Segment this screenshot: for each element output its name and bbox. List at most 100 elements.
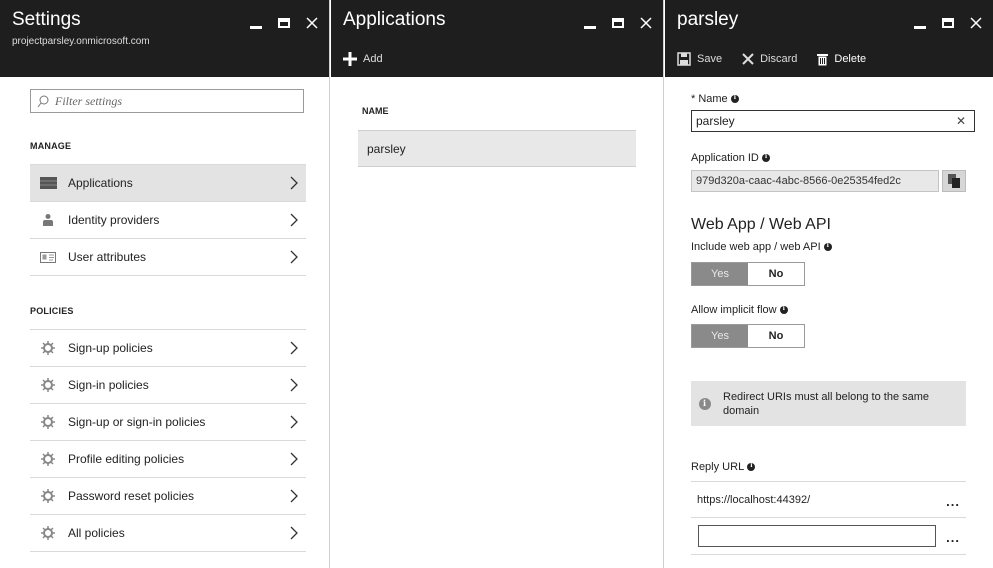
add-button[interactable]: Add: [343, 52, 383, 66]
chevron-right-icon: [290, 213, 298, 227]
nav-item-label: All policies: [68, 526, 125, 540]
chevron-right-icon: [290, 452, 298, 466]
minimize-icon[interactable]: [245, 12, 267, 34]
save-button[interactable]: Save: [677, 52, 722, 66]
include-webapp-toggle[interactable]: Yes No: [691, 262, 805, 286]
gear-icon: [39, 415, 57, 429]
discard-label: Discard: [760, 53, 798, 65]
settings-title: Settings: [12, 9, 81, 30]
nav-item-label: Sign-up or sign-in policies: [68, 415, 206, 429]
parsley-blade: parsley Save Discard Delete * Name i par…: [665, 0, 993, 568]
more-options-icon[interactable]: ...: [946, 494, 960, 509]
grid-icon: [39, 176, 57, 190]
implicit-no-option[interactable]: No: [748, 325, 804, 347]
redirect-notice-text: Redirect URIs must all belong to the sam…: [723, 390, 930, 417]
reply-url-input[interactable]: [698, 525, 936, 547]
filter-settings-field[interactable]: [30, 89, 304, 113]
clear-icon[interactable]: ✕: [956, 114, 966, 128]
implicit-flow-toggle[interactable]: Yes No: [691, 324, 805, 348]
manage-heading: MANAGE: [30, 141, 72, 151]
settings-header: Settings projectparsley.onmicrosoft.com: [0, 0, 329, 77]
chevron-right-icon: [290, 250, 298, 264]
appid-field[interactable]: 979d320a-caac-4abc-8566-0e25354fed2c: [691, 170, 939, 192]
name-label-row: * Name: [691, 93, 739, 105]
gear-icon: [39, 341, 57, 355]
more-options-icon[interactable]: ...: [946, 530, 960, 545]
info-icon[interactable]: [779, 305, 788, 314]
nav-item-applications[interactable]: Applications: [30, 165, 306, 202]
nav-item-identity-providers[interactable]: Identity providers: [30, 202, 306, 239]
gear-icon: [39, 489, 57, 503]
name-input[interactable]: [696, 114, 946, 128]
nav-item-sign-up-or-sign-in-policies[interactable]: Sign-up or sign-in policies: [30, 404, 306, 441]
nav-item-user-attributes[interactable]: User attributes: [30, 239, 306, 276]
maximize-icon[interactable]: [273, 12, 295, 34]
nav-item-label: Applications: [68, 176, 133, 190]
save-icon: [677, 52, 691, 66]
reply-url-value: https://localhost:44392/: [697, 493, 811, 506]
include-label-row: Include web app / web API: [691, 241, 832, 253]
discard-button[interactable]: Discard: [742, 53, 797, 65]
info-icon: [699, 397, 711, 410]
search-icon: [37, 95, 49, 107]
id-card-icon: [39, 250, 57, 264]
applications-header: Applications Add: [331, 0, 663, 77]
chevron-right-icon: [290, 526, 298, 540]
plus-icon: [343, 52, 357, 66]
nav-item-sign-in-policies[interactable]: Sign-in policies: [30, 367, 306, 404]
minimize-icon[interactable]: [579, 12, 601, 34]
applications-window-controls: [579, 12, 657, 34]
people-icon: [39, 213, 57, 227]
include-yes-option[interactable]: Yes: [692, 263, 748, 285]
new-reply-url-row: ...: [691, 518, 966, 555]
reply-url-label-row: Reply URL: [691, 461, 756, 473]
close-icon[interactable]: [965, 12, 987, 34]
name-label: * Name: [691, 93, 728, 105]
appid-label: Application ID: [691, 152, 759, 164]
webapp-section-title: Web App / Web API: [691, 216, 831, 233]
maximize-icon[interactable]: [937, 12, 959, 34]
info-icon[interactable]: [747, 462, 756, 471]
info-icon[interactable]: [823, 242, 832, 251]
nav-item-all-policies[interactable]: All policies: [30, 515, 306, 552]
reply-url-label: Reply URL: [691, 461, 745, 473]
application-row[interactable]: parsley: [358, 130, 636, 167]
appid-label-row: Application ID: [691, 152, 770, 164]
gear-icon: [39, 526, 57, 540]
chevron-right-icon: [290, 415, 298, 429]
parsley-title: parsley: [677, 9, 739, 30]
parsley-header: parsley Save Discard Delete: [665, 0, 993, 77]
info-icon[interactable]: [761, 153, 770, 162]
settings-blade: Settings projectparsley.onmicrosoft.com …: [0, 0, 330, 568]
applications-command-bar: Add: [343, 52, 383, 66]
copy-icon: [947, 174, 960, 188]
applications-blade: Applications Add NAME parsley: [331, 0, 664, 568]
info-icon[interactable]: [730, 94, 739, 103]
implicit-yes-option[interactable]: Yes: [692, 325, 748, 347]
close-icon[interactable]: [635, 12, 657, 34]
add-label: Add: [363, 53, 383, 65]
trash-icon: [817, 53, 829, 65]
implicit-label-row: Allow implicit flow: [691, 304, 788, 316]
delete-button[interactable]: Delete: [817, 53, 866, 66]
nav-item-sign-up-policies[interactable]: Sign-up policies: [30, 330, 306, 367]
nav-item-label: Sign-in policies: [68, 378, 149, 392]
gear-icon: [39, 378, 57, 392]
filter-settings-input[interactable]: [55, 93, 285, 109]
application-name: parsley: [367, 141, 406, 156]
nav-item-password-reset-policies[interactable]: Password reset policies: [30, 478, 306, 515]
include-no-option[interactable]: No: [748, 263, 804, 285]
close-icon[interactable]: [301, 12, 323, 34]
minimize-icon[interactable]: [909, 12, 931, 34]
applications-title: Applications: [343, 9, 446, 30]
chevron-right-icon: [290, 489, 298, 503]
chevron-right-icon: [290, 176, 298, 190]
nav-item-profile-editing-policies[interactable]: Profile editing policies: [30, 441, 306, 478]
copy-button[interactable]: [942, 170, 966, 192]
name-field[interactable]: ✕: [691, 110, 975, 132]
settings-window-controls: [245, 12, 323, 34]
parsley-window-controls: [909, 12, 987, 34]
maximize-icon[interactable]: [607, 12, 629, 34]
include-label: Include web app / web API: [691, 241, 821, 253]
policies-list: Sign-up policies Sign-in policies Sign-u…: [30, 329, 306, 552]
